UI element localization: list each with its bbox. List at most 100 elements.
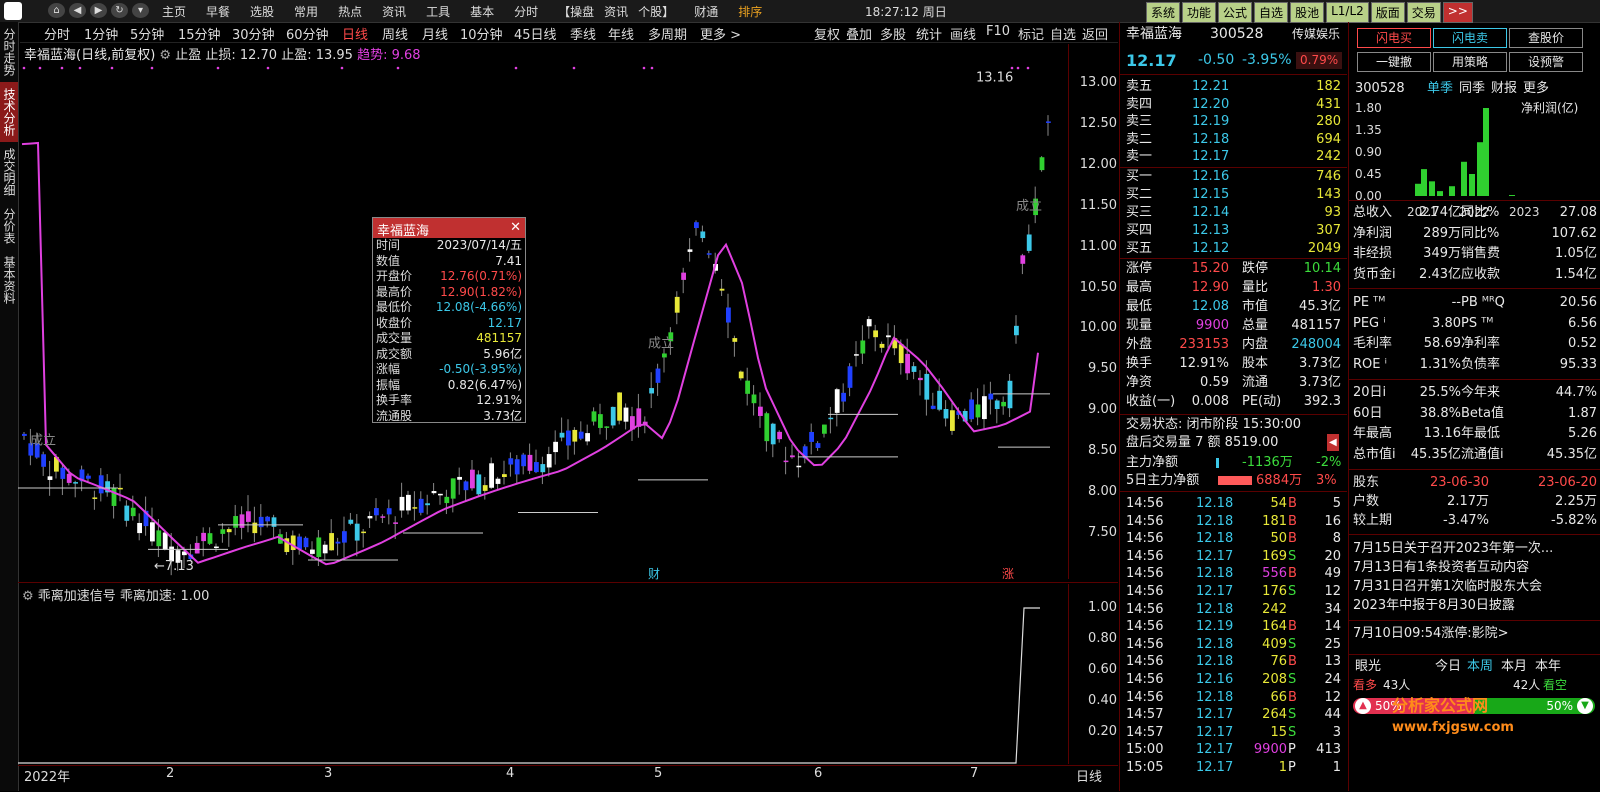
bid-row[interactable]: 买五 12.12 2049 bbox=[1120, 240, 1347, 257]
bid-row[interactable]: 买二 12.15 143 bbox=[1120, 186, 1347, 203]
menu-item[interactable]: 分时 bbox=[504, 3, 548, 20]
system-button[interactable]: 系统 bbox=[1146, 2, 1181, 23]
news-item[interactable]: 7月15日关于召开2023年第一次... bbox=[1349, 540, 1600, 557]
ask-row[interactable]: 卖一 12.17 242 bbox=[1120, 148, 1347, 165]
news-item[interactable]: 7月13日有1条投资者互动内容 bbox=[1349, 559, 1600, 576]
period-tab[interactable]: 多周期 bbox=[648, 24, 687, 43]
bid-row[interactable]: 买一 12.16 746 bbox=[1120, 168, 1347, 185]
tab-more[interactable]: 更多 bbox=[1523, 80, 1549, 97]
layout-button[interactable]: 版面 bbox=[1370, 2, 1405, 23]
rail-trades[interactable]: 成交明细 bbox=[0, 142, 18, 202]
marker-zhang[interactable]: 涨 bbox=[1002, 566, 1014, 580]
flash-sell-button[interactable]: 闪电卖 bbox=[1433, 28, 1507, 48]
period-tab[interactable]: 周线 bbox=[382, 24, 408, 43]
refresh-icon[interactable]: ↻ bbox=[111, 3, 128, 18]
trade-button[interactable]: 交易 bbox=[1406, 2, 1441, 23]
news-item[interactable]: 7月31日召开第1次临时股东大会 bbox=[1349, 578, 1600, 595]
expand-icon[interactable]: ◀ bbox=[1327, 434, 1339, 451]
period-tab[interactable]: 15分钟 bbox=[178, 24, 221, 43]
cancel-all-button[interactable]: 一键撤 bbox=[1357, 52, 1431, 72]
menu-item[interactable]: 主页 bbox=[152, 3, 196, 20]
tab-quarter[interactable]: 单季 bbox=[1427, 80, 1453, 97]
sector-name[interactable]: 传媒娱乐 bbox=[1292, 26, 1340, 43]
back-icon[interactable]: ◀ bbox=[69, 3, 86, 18]
expand-icon[interactable]: >> bbox=[1442, 2, 1473, 23]
menu-item[interactable]: 个股】 bbox=[638, 3, 684, 20]
home-icon[interactable]: ⌂ bbox=[48, 3, 65, 18]
menu-item[interactable]: 工具 bbox=[416, 3, 460, 20]
tool-back[interactable]: 返回 bbox=[1082, 24, 1108, 43]
period-tab[interactable]: 分时 bbox=[44, 24, 70, 43]
menu-item[interactable]: 早餐 bbox=[196, 3, 240, 20]
menu-item[interactable]: 财通 bbox=[684, 3, 728, 20]
rail-price-table[interactable]: 分价表 bbox=[0, 202, 18, 250]
period-tab[interactable]: 月线 bbox=[422, 24, 448, 43]
check-price-button[interactable]: 查股价 bbox=[1509, 28, 1583, 48]
tool-restore[interactable]: 复权 bbox=[814, 24, 840, 43]
stock-pool-button[interactable]: 股池 bbox=[1290, 2, 1325, 23]
news-text[interactable]: 2023年中报于8月30日披露 bbox=[1353, 597, 1515, 614]
close-icon[interactable]: ✕ bbox=[510, 220, 521, 235]
limit-news[interactable]: 7月10日09:54涨停:影院> bbox=[1349, 625, 1600, 642]
period-tab[interactable]: 季线 bbox=[570, 24, 596, 43]
menu-icon[interactable]: ▾ bbox=[132, 3, 149, 18]
tool-watch[interactable]: 自选 bbox=[1050, 24, 1076, 43]
rail-basic-info[interactable]: 基本资料 bbox=[0, 250, 18, 310]
ask-row[interactable]: 卖三 12.19 280 bbox=[1120, 113, 1347, 130]
news-text[interactable]: 7月15日关于召开2023年第一次... bbox=[1353, 540, 1553, 557]
tab-year[interactable]: 本年 bbox=[1535, 658, 1561, 675]
period-tab[interactable]: 10分钟 bbox=[460, 24, 503, 43]
news-text[interactable]: 7月13日有1条投资者互动内容 bbox=[1353, 559, 1529, 576]
tool-overlay[interactable]: 叠加 bbox=[846, 24, 872, 43]
news-item[interactable]: 2023年中报于8月30日披露 bbox=[1349, 597, 1600, 614]
period-tab[interactable]: 30分钟 bbox=[232, 24, 275, 43]
period-tab[interactable]: 45日线 bbox=[514, 24, 557, 43]
tool-mark[interactable]: 标记 bbox=[1018, 24, 1044, 43]
period-tab[interactable]: 60分钟 bbox=[286, 24, 329, 43]
data-tooltip-window[interactable]: 幸福蓝海 ✕ 时间 2023/07/14/五 数值 7.41 开盘价 12.76(0.71%… bbox=[372, 217, 526, 423]
strategy-button[interactable]: 用策略 bbox=[1433, 52, 1507, 72]
menu-item[interactable]: 常用 bbox=[284, 3, 328, 20]
thumbs-up-icon[interactable]: ▲ bbox=[1355, 698, 1371, 714]
flash-buy-button[interactable]: 闪电买 bbox=[1357, 28, 1431, 48]
tool-draw[interactable]: 画线 bbox=[950, 24, 976, 43]
formula-button[interactable]: 公式 bbox=[1218, 2, 1253, 23]
ask-row[interactable]: 卖二 12.18 694 bbox=[1120, 131, 1347, 148]
menu-item[interactable]: 【操盘 bbox=[548, 3, 594, 20]
marker-cai[interactable]: 财 bbox=[648, 567, 660, 580]
ask-row[interactable]: 卖四 12.20 431 bbox=[1120, 96, 1347, 113]
menu-item[interactable]: 基本 bbox=[460, 3, 504, 20]
forward-icon[interactable]: ▶ bbox=[90, 3, 107, 18]
menu-item[interactable]: 资讯 bbox=[372, 3, 416, 20]
candlestick-chart[interactable]: 13.16←7.13成立成立成立财涨 bbox=[18, 60, 1068, 580]
period-tab[interactable]: 年线 bbox=[608, 24, 634, 43]
news-text[interactable]: 7月31日召开第1次临时股东大会 bbox=[1353, 578, 1542, 595]
tab-report[interactable]: 财报 bbox=[1491, 80, 1517, 97]
rail-intraday[interactable]: 分时走势 bbox=[0, 22, 18, 82]
indicator-chart[interactable] bbox=[18, 584, 1068, 764]
more-periods[interactable]: 更多 > bbox=[700, 24, 741, 43]
limit-news-text[interactable]: 7月10日09:54涨停:影院> bbox=[1353, 625, 1509, 642]
watchlist-button[interactable]: 自选 bbox=[1254, 2, 1289, 23]
function-button[interactable]: 功能 bbox=[1182, 2, 1217, 23]
tab-week[interactable]: 本周 bbox=[1467, 658, 1493, 675]
menu-item[interactable]: 热点 bbox=[328, 3, 372, 20]
tab-today[interactable]: 今日 bbox=[1435, 658, 1461, 675]
period-tab[interactable]: 1分钟 bbox=[84, 24, 118, 43]
level-button[interactable]: L1/L2 bbox=[1326, 2, 1369, 23]
menu-item[interactable]: 资讯 bbox=[594, 3, 638, 20]
bid-row[interactable]: 买四 12.13 307 bbox=[1120, 222, 1347, 239]
tab-same-quarter[interactable]: 同季 bbox=[1459, 80, 1485, 97]
tool-multi[interactable]: 多股 bbox=[880, 24, 906, 43]
bid-row[interactable]: 买三 12.14 93 bbox=[1120, 204, 1347, 221]
tool-stats[interactable]: 统计 bbox=[916, 24, 942, 43]
ask-row[interactable]: 卖五 12.21 182 bbox=[1120, 78, 1347, 95]
period-tab[interactable]: 5分钟 bbox=[130, 24, 164, 43]
period-tab-active[interactable]: 日线 bbox=[342, 24, 368, 43]
rail-technical[interactable]: 技术分析 bbox=[0, 82, 18, 142]
tool-f10[interactable]: F10 bbox=[986, 24, 1010, 39]
tab-month[interactable]: 本月 bbox=[1501, 658, 1527, 675]
alert-button[interactable]: 设预警 bbox=[1509, 52, 1583, 72]
menu-item[interactable]: 排序 bbox=[728, 3, 772, 20]
menu-item[interactable]: 选股 bbox=[240, 3, 284, 20]
